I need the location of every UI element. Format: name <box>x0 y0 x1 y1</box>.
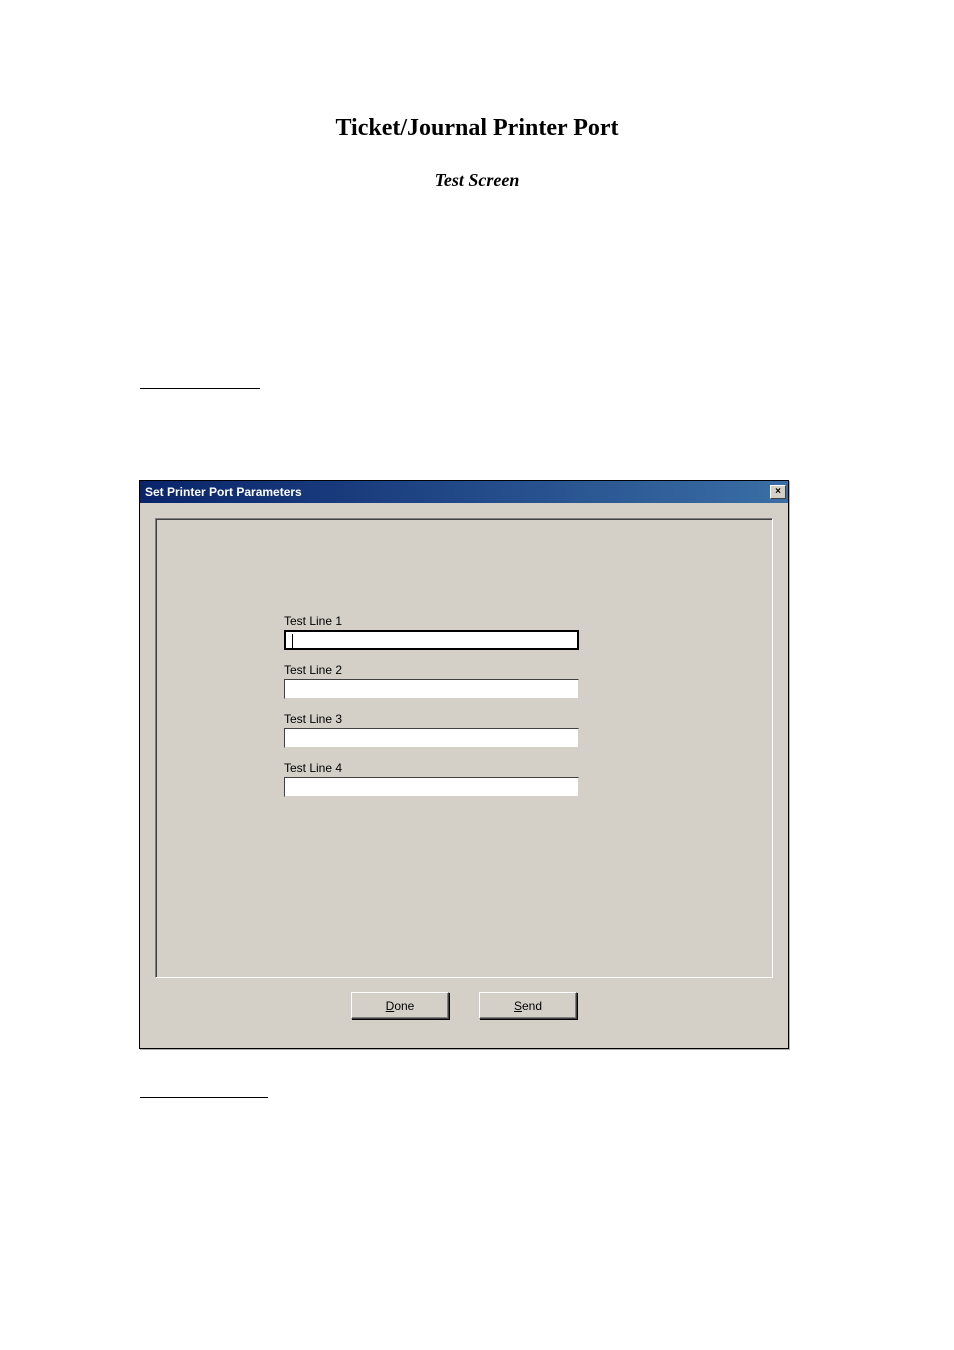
field-group-1: Test Line 1 <box>284 614 772 650</box>
field-group-2: Test Line 2 <box>284 663 772 699</box>
form-panel: Test Line 1 Test Line 2 Test Line 3 Test… <box>155 518 773 978</box>
test-line-2-label: Test Line 2 <box>284 663 772 677</box>
test-line-3-label: Test Line 3 <box>284 712 772 726</box>
send-button[interactable]: Send <box>479 992 577 1019</box>
test-line-1-input[interactable] <box>284 630 579 650</box>
divider-top <box>140 388 260 389</box>
close-icon: × <box>775 487 781 497</box>
titlebar[interactable]: Set Printer Port Parameters × <box>140 481 788 503</box>
button-row: Done Send <box>155 978 773 1033</box>
close-button[interactable]: × <box>770 485 786 499</box>
test-line-1-label: Test Line 1 <box>284 614 772 628</box>
dialog-body: Test Line 1 Test Line 2 Test Line 3 Test… <box>140 503 788 1048</box>
field-group-3: Test Line 3 <box>284 712 772 748</box>
dialog-title: Set Printer Port Parameters <box>145 485 302 499</box>
page-subtitle: Test Screen <box>0 170 954 191</box>
field-group-4: Test Line 4 <box>284 761 772 797</box>
dialog-window: Set Printer Port Parameters × Test Line … <box>139 480 789 1049</box>
test-line-2-input[interactable] <box>284 679 579 699</box>
test-line-3-input[interactable] <box>284 728 579 748</box>
test-line-4-input[interactable] <box>284 777 579 797</box>
done-button[interactable]: Done <box>351 992 449 1019</box>
divider-bottom <box>140 1097 268 1098</box>
text-caret <box>292 634 293 648</box>
test-line-4-label: Test Line 4 <box>284 761 772 775</box>
page-title: Ticket/Journal Printer Port <box>0 115 954 142</box>
